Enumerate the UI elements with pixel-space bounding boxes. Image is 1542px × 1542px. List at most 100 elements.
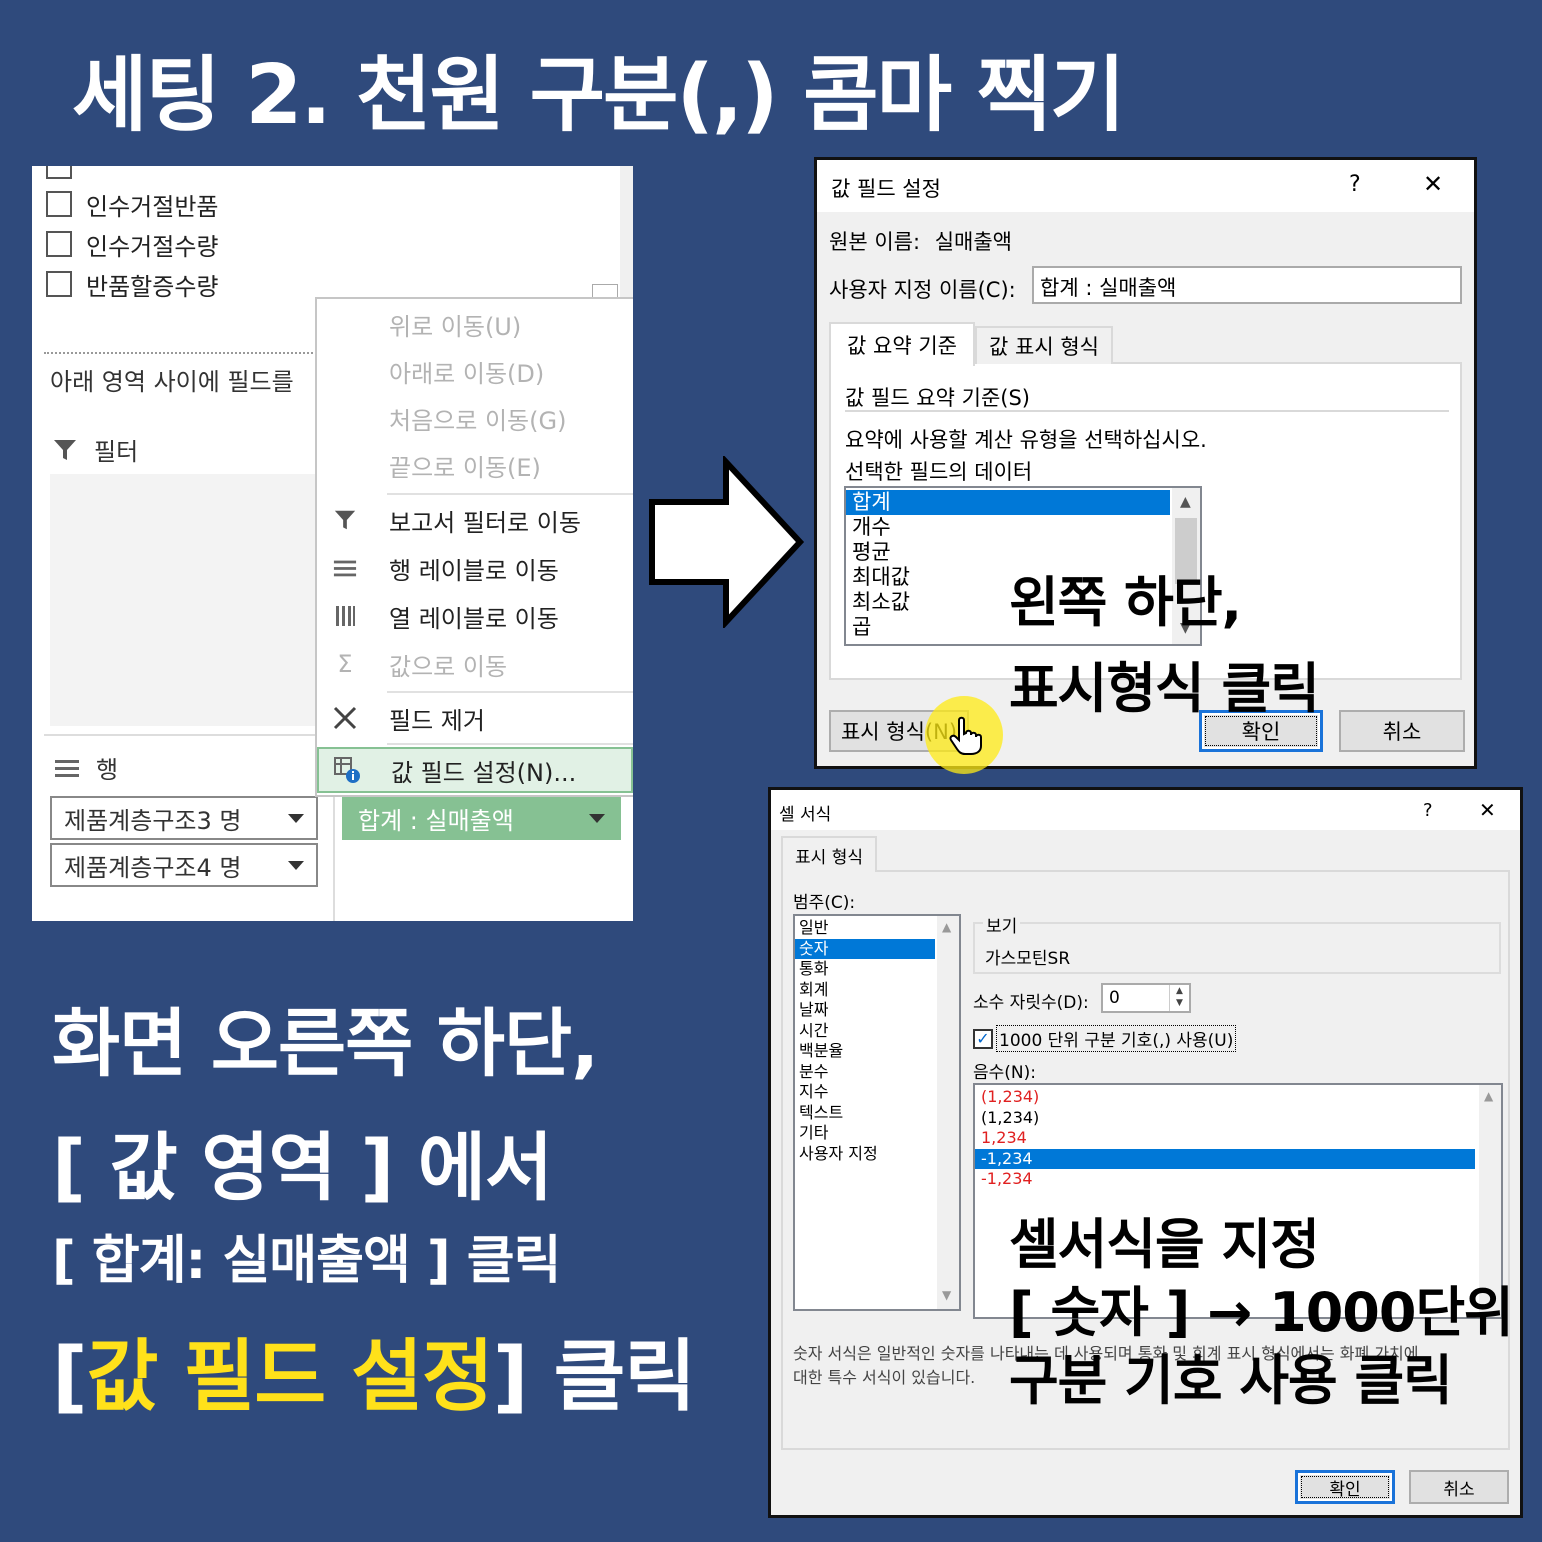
field-item-label: 인수거절반품 bbox=[86, 192, 219, 221]
highlighted-text: 값 필드 설정 bbox=[86, 1332, 494, 1422]
dropdown-caret-icon[interactable] bbox=[288, 813, 304, 823]
menu-item-move-to-rows[interactable]: 행 레이블로 이동 bbox=[317, 545, 633, 591]
menu-separator bbox=[387, 743, 633, 745]
drag-hint-text: 아래 영역 사이에 필드를 bbox=[50, 368, 294, 396]
tab-show-values-as[interactable]: 값 표시 형식 bbox=[975, 326, 1113, 364]
dropdown-caret-icon[interactable] bbox=[288, 860, 304, 870]
source-name-row: 원본 이름: 실매출액 bbox=[829, 226, 1012, 256]
source-name-label: 원본 이름: bbox=[829, 230, 921, 254]
checkbox[interactable] bbox=[46, 166, 72, 179]
scroll-up-icon[interactable]: ▲ bbox=[1484, 1089, 1493, 1103]
spin-arrows-icon[interactable]: ▲ ▼ bbox=[1169, 985, 1189, 1011]
field-item[interactable]: 인수거절수량 bbox=[46, 226, 218, 262]
help-icon[interactable]: ? bbox=[1349, 172, 1361, 197]
sigma-icon: Σ bbox=[337, 650, 353, 678]
list-item[interactable]: 개수 bbox=[846, 515, 1170, 540]
category-list[interactable]: 일반 숫자 통화 회계 날짜 시간 백분율 분수 지수 텍스트 기타 사용자 지… bbox=[793, 914, 961, 1311]
list-item[interactable]: 백분율 bbox=[795, 1041, 935, 1062]
menu-item-move-to-filter[interactable]: 보고서 필터로 이동 bbox=[317, 497, 633, 543]
field-item[interactable]: 인수거절반품 bbox=[46, 186, 218, 222]
menu-item-label: 값 필드 설정(N)... bbox=[391, 758, 577, 787]
custom-name-input[interactable]: 합계 : 실매출액 bbox=[1032, 266, 1462, 304]
tab-label: 값 요약 기준 bbox=[847, 334, 957, 358]
tab-summarize-by[interactable]: 값 요약 기준 bbox=[829, 322, 975, 366]
thousands-separator-checkbox-row[interactable]: ✓ 1000 단위 구분 기호(,) 사용(U) bbox=[973, 1025, 1237, 1052]
menu-item-move-last[interactable]: 끝으로 이동(E) bbox=[317, 442, 633, 488]
source-name-value: 실매출액 bbox=[934, 230, 1012, 254]
field-item[interactable]: 반품할증수량 bbox=[46, 266, 218, 302]
scroll-up-icon[interactable]: ▲ bbox=[942, 920, 951, 934]
list-item[interactable]: 날짜 bbox=[795, 1000, 935, 1021]
list-item[interactable]: 합계 bbox=[846, 490, 1170, 515]
checkbox[interactable] bbox=[46, 231, 72, 257]
rows-area-label: 행 bbox=[96, 756, 119, 784]
data-label: 선택한 필드의 데이터 bbox=[845, 460, 1033, 484]
list-item[interactable]: -1,234 bbox=[975, 1148, 1475, 1169]
cancel-button[interactable]: 취소 bbox=[1339, 710, 1465, 752]
dropdown-caret-icon[interactable] bbox=[589, 813, 605, 823]
field-list-scrollbar[interactable] bbox=[620, 166, 633, 306]
list-item[interactable]: 텍스트 bbox=[795, 1103, 935, 1124]
checkbox-checked-icon[interactable]: ✓ bbox=[973, 1028, 993, 1049]
menu-separator bbox=[387, 493, 633, 495]
decimal-places-stepper[interactable]: 0 ▲ ▼ bbox=[1101, 983, 1191, 1013]
menu-item-move-to-columns[interactable]: 열 레이블로 이동 bbox=[317, 593, 633, 639]
tab-label: 값 표시 형식 bbox=[989, 335, 1099, 359]
list-item[interactable]: 시간 bbox=[795, 1021, 935, 1042]
close-icon[interactable]: ✕ bbox=[1479, 798, 1496, 822]
menu-item-value-field-settings[interactable]: 값 필드 설정(N)... bbox=[317, 747, 633, 793]
list-item[interactable]: 분수 bbox=[795, 1062, 935, 1083]
list-item[interactable]: -1,234 bbox=[975, 1169, 1475, 1190]
list-item[interactable]: 통화 bbox=[795, 959, 935, 980]
bracket-text: [ bbox=[52, 1332, 88, 1422]
menu-item-label: 값으로 이동 bbox=[389, 652, 508, 681]
row-field-chip[interactable]: 제품계층구조3 명 bbox=[50, 796, 318, 840]
list-item[interactable]: 숫자 bbox=[795, 938, 935, 959]
menu-item-label: 위로 이동(U) bbox=[389, 312, 522, 341]
list-item[interactable]: 일반 bbox=[795, 918, 935, 939]
dialog-title: 값 필드 설정 bbox=[831, 177, 941, 201]
menu-item-move-down[interactable]: 아래로 이동(D) bbox=[317, 348, 633, 394]
scroll-down-icon[interactable]: ▼ bbox=[942, 1288, 951, 1302]
menu-item-move-first[interactable]: 처음으로 이동(G) bbox=[317, 395, 633, 441]
right-arrow-icon bbox=[649, 456, 805, 628]
menu-item-label: 행 레이블로 이동 bbox=[389, 556, 559, 585]
list-item[interactable]: 사용자 지정 bbox=[795, 1144, 935, 1165]
help-icon[interactable]: ? bbox=[1423, 800, 1433, 821]
list-item[interactable]: (1,234) bbox=[975, 1108, 1475, 1129]
close-icon[interactable]: ✕ bbox=[1423, 170, 1443, 198]
instruction-line: [ 합계: 실매출액 ] 클릭 bbox=[52, 1231, 561, 1291]
list-item[interactable]: 기타 bbox=[795, 1123, 935, 1144]
cancel-button[interactable]: 취소 bbox=[1409, 1470, 1509, 1504]
scroll-up-icon[interactable]: ▲ bbox=[1180, 494, 1191, 510]
row-field-label: 제품계층구조3 명 bbox=[64, 806, 242, 835]
filter-icon bbox=[54, 439, 76, 460]
ok-button[interactable]: 확인 bbox=[1295, 1470, 1395, 1504]
value-field-label: 합계 : 실매출액 bbox=[358, 806, 514, 835]
button-label: 확인 bbox=[1329, 1479, 1361, 1500]
columns-icon bbox=[317, 604, 373, 628]
list-item[interactable]: 회계 bbox=[795, 980, 935, 1001]
rows-icon bbox=[317, 557, 373, 579]
menu-item-move-up[interactable]: 위로 이동(U) bbox=[317, 301, 633, 347]
list-scrollbar[interactable]: ▲ ▼ bbox=[937, 916, 959, 1309]
custom-name-input-value: 합계 : 실매출액 bbox=[1040, 276, 1177, 300]
menu-item-move-to-values[interactable]: Σ 값으로 이동 bbox=[317, 641, 633, 687]
checkbox[interactable] bbox=[46, 271, 72, 297]
field-item-partial[interactable] bbox=[46, 166, 94, 184]
page-title: 세팅 2. 천원 구분(,) 콤마 찍기 bbox=[72, 48, 1125, 143]
list-item[interactable]: (1,234) bbox=[975, 1087, 1475, 1108]
value-field-chip[interactable]: 합계 : 실매출액 bbox=[342, 796, 621, 840]
tab-number[interactable]: 표시 형식 bbox=[781, 836, 877, 872]
list-item[interactable]: 지수 bbox=[795, 1082, 935, 1103]
bracket-text: ] 클릭 bbox=[492, 1332, 696, 1422]
row-field-label: 제품계층구조4 명 bbox=[64, 853, 242, 882]
menu-item-remove-field[interactable]: 필드 제거 bbox=[317, 695, 633, 741]
tab-label: 표시 형식 bbox=[795, 847, 863, 868]
filter-drop-area[interactable] bbox=[50, 474, 322, 726]
row-field-chip[interactable]: 제품계층구조4 명 bbox=[50, 843, 318, 887]
instruction-text: 요약에 사용할 계산 유형을 선택하십시오. bbox=[845, 428, 1207, 452]
list-item[interactable]: 1,234 bbox=[975, 1128, 1475, 1149]
field-item-label: 인수거절수량 bbox=[86, 232, 219, 261]
checkbox[interactable] bbox=[46, 191, 72, 217]
